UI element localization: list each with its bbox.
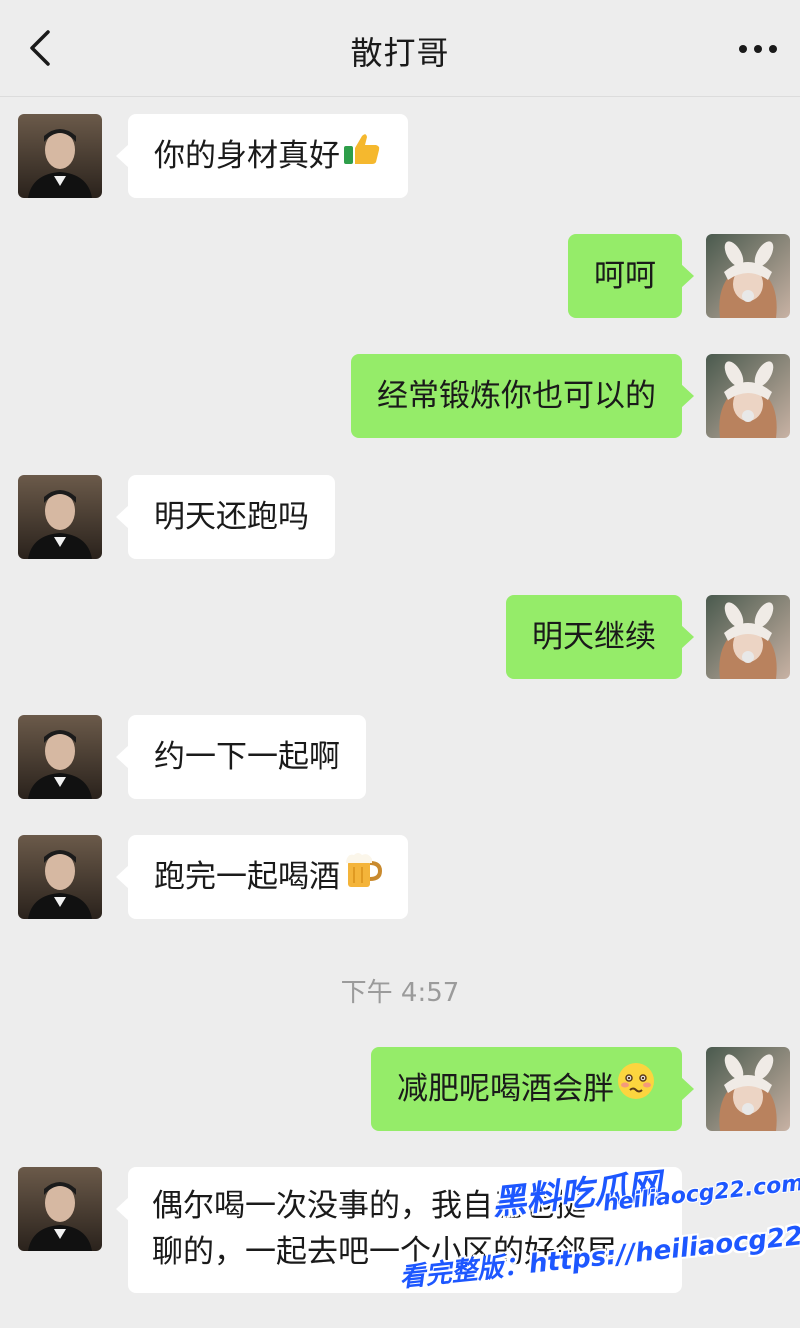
my-avatar[interactable] (706, 234, 790, 318)
message-timestamp: 下午 4:57 (340, 978, 460, 1008)
my-avatar[interactable] (706, 354, 790, 438)
beer-mug-icon (342, 837, 383, 921)
message-text: 约一下一起啊 (154, 739, 340, 775)
message-bubble-incoming[interactable]: 明天还跑吗 (116, 475, 335, 559)
message-bubble-incoming[interactable]: 偶尔喝一次没事的，我自己也挺 聊的，一起去吧一个小区的好邻居 (116, 1167, 682, 1293)
thumbs-up-icon (342, 116, 382, 200)
contact-avatar[interactable] (18, 114, 102, 198)
message-bubble-outgoing[interactable]: 减肥呢喝酒会胖 (371, 1047, 694, 1133)
contact-avatar[interactable] (18, 1167, 102, 1251)
message-bubble-outgoing[interactable]: 经常锻炼你也可以的 (351, 354, 694, 438)
message-text-line: 偶尔喝一次没事的，我自己也挺 (152, 1188, 586, 1224)
contact-avatar[interactable] (18, 475, 102, 559)
my-avatar[interactable] (706, 1047, 790, 1131)
contact-avatar[interactable] (18, 715, 102, 799)
message-bubble-incoming[interactable]: 约一下一起啊 (116, 715, 366, 799)
message-bubble-incoming[interactable]: 跑完一起喝酒 (116, 835, 408, 921)
message-text-line: 聊的，一起去吧一个小区的好邻居 (152, 1234, 617, 1270)
message-text: 呵呵 (594, 258, 656, 294)
message-text: 你的身材真好 (154, 138, 340, 174)
message-bubble-outgoing[interactable]: 呵呵 (568, 234, 694, 318)
woozy-face-icon (616, 1049, 656, 1133)
message-text: 经常锻炼你也可以的 (377, 378, 656, 414)
message-text: 明天继续 (532, 619, 656, 655)
more-dots-icon (739, 45, 777, 53)
message-text: 明天还跑吗 (154, 499, 309, 535)
chat-header: 散打哥 (0, 0, 800, 97)
chat-title: 散打哥 (350, 34, 450, 72)
more-options-button[interactable] (736, 34, 780, 64)
contact-avatar[interactable] (18, 835, 102, 919)
message-bubble-outgoing[interactable]: 明天继续 (506, 595, 694, 679)
message-bubble-incoming[interactable]: 你的身材真好 (116, 114, 408, 200)
message-text: 减肥呢喝酒会胖 (397, 1071, 614, 1107)
my-avatar[interactable] (706, 595, 790, 679)
message-text: 跑完一起喝酒 (154, 859, 340, 895)
